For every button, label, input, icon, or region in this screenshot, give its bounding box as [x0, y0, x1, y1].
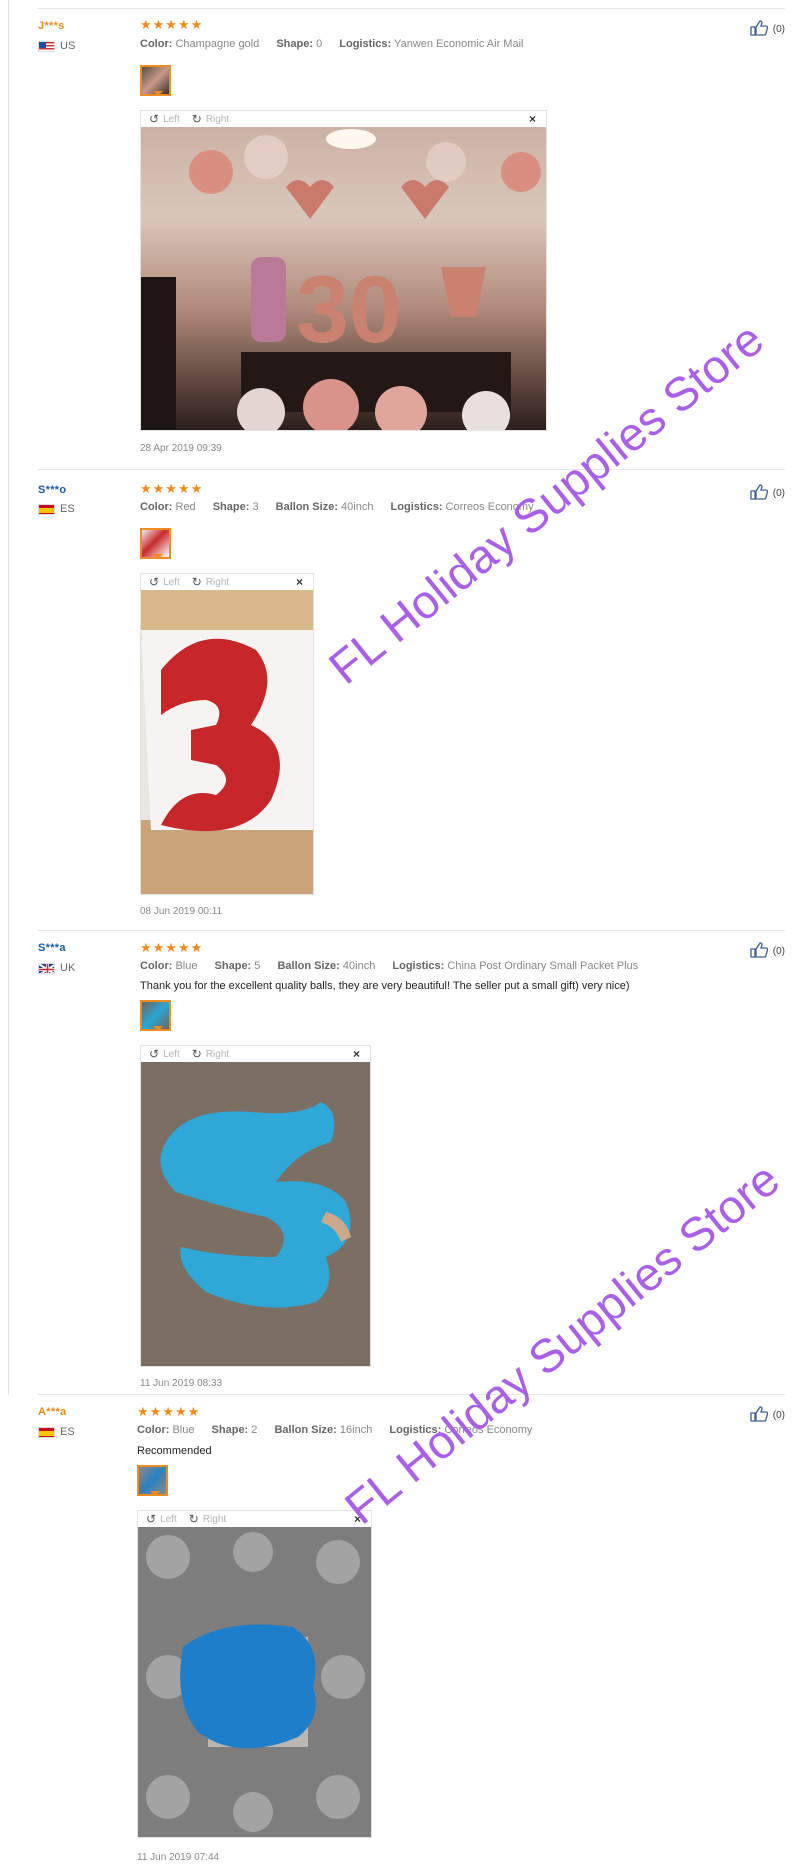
review-date: 08 Jun 2019 00:11	[140, 906, 223, 917]
photo-viewer: ↺ Left ↻ Right ×	[140, 573, 314, 895]
photo-viewer: ↺ Left ↻ Right × 30	[140, 110, 547, 431]
star-rating: ★★★★★	[137, 1404, 201, 1419]
thumbs-up-icon[interactable]	[750, 1406, 768, 1425]
country-code: ES	[60, 503, 75, 515]
review-2: S***o ES ★★★★★ Color: Red Shape: 3 Ballo…	[30, 470, 785, 930]
review-attributes: Color: Red Shape: 3 Ballon Size: 40inch …	[140, 501, 534, 513]
star-rating: ★★★★★	[140, 17, 204, 32]
us-flag-icon	[38, 40, 55, 52]
review-comment: Recommended	[137, 1445, 212, 1457]
reviewer-name[interactable]: A***a	[38, 1406, 66, 1418]
svg-text:30: 30	[296, 257, 402, 363]
review-date: 28 Apr 2019 09:39	[140, 443, 222, 454]
reviewer-name[interactable]: J***s	[38, 20, 65, 32]
review-attributes: Color: Blue Shape: 2 Ballon Size: 16inch…	[137, 1424, 533, 1436]
review-comment: Thank you for the excellent quality ball…	[140, 980, 630, 992]
country-code: ES	[60, 1426, 75, 1438]
rotate-right-icon[interactable]: ↻	[189, 1512, 199, 1526]
like-button[interactable]: (0)	[750, 484, 785, 503]
rotate-right-icon[interactable]: ↻	[192, 1047, 202, 1061]
reviewer-name[interactable]: S***a	[38, 942, 66, 954]
country-code: UK	[60, 962, 76, 974]
rotate-left-icon[interactable]: ↺	[149, 1047, 159, 1061]
rotate-left-icon[interactable]: ↺	[146, 1512, 156, 1526]
thumbs-up-icon[interactable]	[750, 20, 768, 39]
review-1: J***s US ★★★★★ Color: Champagne gold Sha…	[30, 0, 785, 470]
divider	[38, 8, 785, 9]
photo-viewer: ↺ Left ↻ Right ×	[137, 1510, 372, 1838]
close-icon[interactable]: ×	[296, 575, 303, 589]
rotate-left-label[interactable]: Left	[160, 1514, 177, 1525]
star-rating: ★★★★★	[140, 940, 204, 955]
review-attributes: Color: Blue Shape: 5 Ballon Size: 40inch…	[140, 960, 639, 972]
rotate-left-label[interactable]: Left	[163, 114, 180, 125]
rotate-left-icon[interactable]: ↺	[149, 112, 159, 126]
photo-thumbnail[interactable]	[140, 65, 171, 96]
photo-viewer: ↺ Left ↻ Right ×	[140, 1045, 371, 1367]
like-count: (0)	[772, 488, 785, 499]
rotate-right-icon[interactable]: ↻	[192, 575, 202, 589]
review-4: A***a ES ★★★★★ Color: Blue Shape: 2 Ball…	[30, 1395, 785, 1871]
photo-thumbnail[interactable]	[137, 1465, 168, 1496]
like-count: (0)	[772, 24, 785, 35]
thumbs-up-icon[interactable]	[750, 942, 768, 961]
review-photo	[141, 590, 313, 894]
reviewer-country: ES	[38, 503, 75, 515]
rotate-right-label[interactable]: Right	[203, 1514, 226, 1525]
viewer-toolbar: ↺ Left ↻ Right ×	[141, 574, 313, 590]
review-photo: 30	[141, 127, 546, 430]
left-divider	[8, 0, 9, 1395]
country-code: US	[60, 40, 76, 52]
rotate-right-icon[interactable]: ↻	[192, 112, 202, 126]
uk-flag-icon	[38, 962, 55, 974]
rotate-left-label[interactable]: Left	[163, 1049, 180, 1060]
like-button[interactable]: (0)	[750, 1406, 785, 1425]
review-photo	[138, 1527, 371, 1837]
es-flag-icon	[38, 1426, 55, 1438]
close-icon[interactable]: ×	[353, 1047, 360, 1061]
like-count: (0)	[772, 946, 785, 957]
rotate-right-label[interactable]: Right	[206, 1049, 229, 1060]
review-3: S***a UK ★★★★★ Color: Blue Shape: 5 Ball…	[30, 931, 785, 1394]
like-button[interactable]: (0)	[750, 20, 785, 39]
es-flag-icon	[38, 503, 55, 515]
photo-thumbnail[interactable]	[140, 528, 171, 559]
review-attributes: Color: Champagne gold Shape: 0 Logistics…	[140, 38, 524, 50]
viewer-toolbar: ↺ Left ↻ Right ×	[141, 111, 546, 127]
reviewer-name[interactable]: S***o	[38, 484, 66, 496]
viewer-toolbar: ↺ Left ↻ Right ×	[141, 1046, 370, 1062]
review-date: 11 Jun 2019 07:44	[137, 1852, 220, 1863]
reviewer-country: UK	[38, 962, 75, 974]
rotate-right-label[interactable]: Right	[206, 114, 229, 125]
star-rating: ★★★★★	[140, 481, 204, 496]
viewer-toolbar: ↺ Left ↻ Right ×	[138, 1511, 371, 1527]
thumbs-up-icon[interactable]	[750, 484, 768, 503]
reviewer-country: ES	[38, 1426, 75, 1438]
rotate-right-label[interactable]: Right	[206, 577, 229, 588]
close-icon[interactable]: ×	[529, 112, 536, 126]
review-photo	[141, 1062, 370, 1366]
reviewer-country: US	[38, 40, 75, 52]
rotate-left-label[interactable]: Left	[163, 577, 180, 588]
close-icon[interactable]: ×	[354, 1512, 361, 1526]
like-count: (0)	[772, 1410, 785, 1421]
review-date: 11 Jun 2019 08:33	[140, 1378, 223, 1389]
photo-thumbnail[interactable]	[140, 1000, 171, 1031]
like-button[interactable]: (0)	[750, 942, 785, 961]
rotate-left-icon[interactable]: ↺	[149, 575, 159, 589]
